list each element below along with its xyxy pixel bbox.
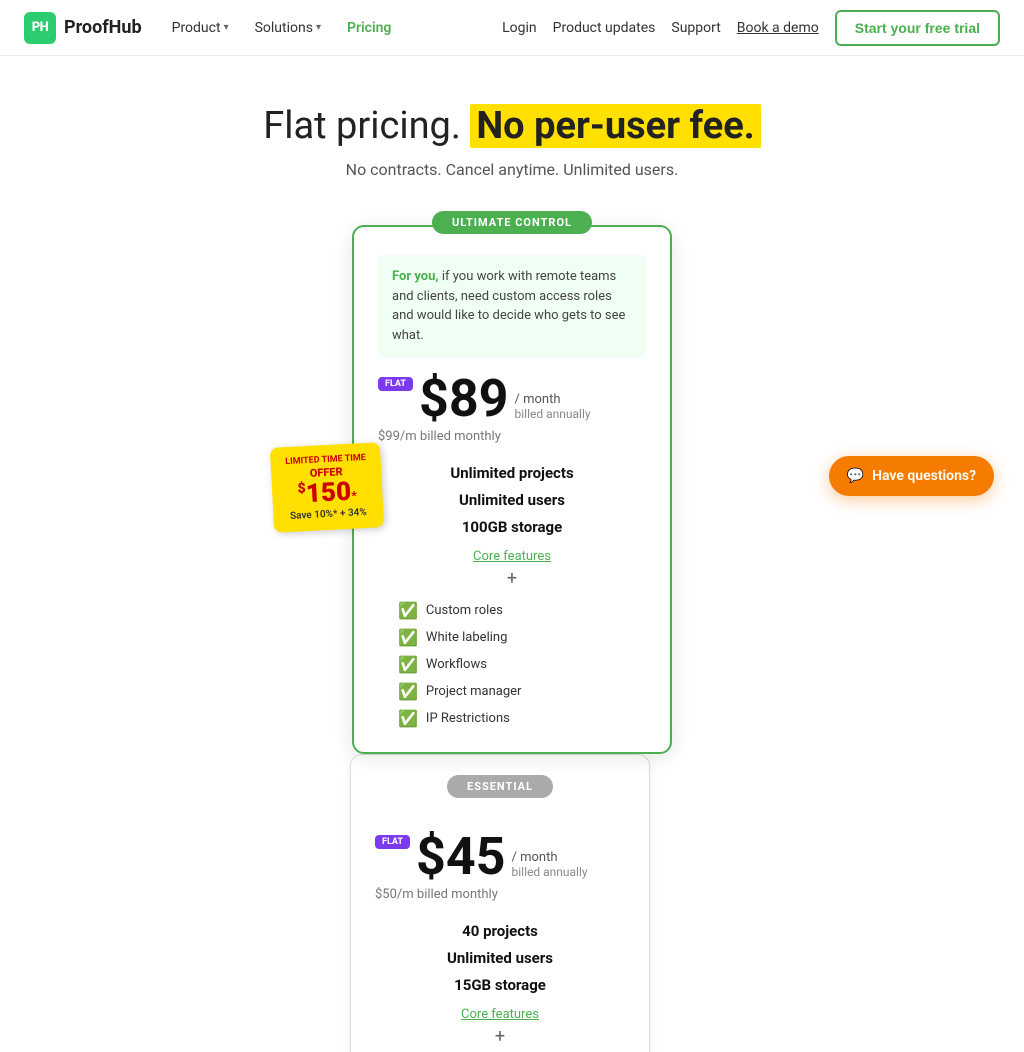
essential-price-right: / month billed annually (512, 850, 588, 879)
chat-button[interactable]: 💬 Have questions? (829, 456, 994, 496)
ultimate-card-body: For you, if you work with remote teams a… (354, 227, 670, 732)
ultimate-card: ULTIMATE CONTROL For you, if you work wi… (352, 225, 672, 754)
offer-price: $150* (286, 477, 369, 510)
list-item: ✅Project manager (398, 678, 626, 705)
nav-solutions[interactable]: Solutions ▾ (245, 14, 331, 42)
list-item: ✅White labeling (398, 624, 626, 651)
essential-price: $45 (416, 831, 506, 883)
nav-links: Product ▾ Solutions ▾ Pricing (162, 14, 402, 42)
pricing-wrapper: Limited time time OFFER $150* Save 10%* … (352, 225, 672, 1052)
nav-book-demo[interactable]: Book a demo (737, 20, 819, 36)
ultimate-extras-list: ✅Custom roles ✅White labeling ✅Workflows… (378, 597, 646, 732)
for-you-text: For you, (392, 269, 439, 284)
nav-right: Login Product updates Support Book a dem… (502, 10, 1000, 46)
logo-name: ProofHub (64, 17, 142, 38)
logo[interactable]: PH ProofHub (24, 12, 142, 44)
nav-support[interactable]: Support (671, 20, 720, 36)
nav-pricing[interactable]: Pricing (337, 14, 401, 42)
offer-asterisk: * (351, 488, 357, 502)
list-item: ✅IP Restrictions (398, 705, 626, 732)
nav-product-updates[interactable]: Product updates (553, 20, 656, 36)
ultimate-price: $89 (419, 373, 509, 425)
ultimate-features-bold: Unlimited projects Unlimited users 100GB… (378, 460, 646, 541)
logo-icon: PH (24, 12, 56, 44)
check-icon: ✅ (398, 709, 418, 728)
list-item: ✅Custom roles (398, 597, 626, 624)
check-icon: ✅ (398, 601, 418, 620)
ultimate-description: For you, if you work with remote teams a… (378, 255, 646, 357)
check-icon: ✅ (398, 655, 418, 674)
chevron-down-icon: ▾ (316, 22, 321, 33)
list-item: ✅Workflows (398, 651, 626, 678)
check-icon: ✅ (398, 682, 418, 701)
hero-subtitle: No contracts. Cancel anytime. Unlimited … (20, 160, 1004, 179)
essential-price-row: FLAT $45 / month billed annually (375, 831, 625, 883)
essential-features-bold: 40 projects Unlimited users 15GB storage (375, 918, 625, 999)
essential-flat-badge: FLAT (375, 835, 410, 849)
ultimate-flat-badge: FLAT (378, 377, 413, 391)
nav-cta-button[interactable]: Start your free trial (835, 10, 1000, 46)
hero-section: Flat pricing. No per-user fee. No contra… (0, 56, 1024, 195)
essential-card-body: FLAT $45 / month billed annually $50/m b… (351, 755, 649, 1052)
essential-badge: ESSENTIAL (447, 775, 553, 798)
chat-label: Have questions? (872, 468, 976, 484)
hero-title: Flat pricing. No per-user fee. (20, 104, 1004, 148)
essential-plus: + (375, 1026, 625, 1047)
ultimate-plus: + (378, 568, 646, 589)
essential-monthly-note: $50/m billed monthly (375, 887, 625, 902)
nav-login[interactable]: Login (502, 20, 537, 36)
offer-save: Save 10%* + 34% (287, 507, 369, 522)
navbar: PH ProofHub Product ▾ Solutions ▾ Pricin… (0, 0, 1024, 56)
hero-highlight: No per-user fee. (470, 104, 760, 148)
pricing-section: Limited time time OFFER $150* Save 10%* … (0, 195, 1024, 1052)
chat-icon: 💬 (847, 468, 864, 484)
chevron-down-icon: ▾ (224, 22, 229, 33)
ultimate-core-link[interactable]: Core features (378, 549, 646, 564)
ultimate-price-right: / month billed annually (515, 392, 591, 421)
essential-core-link[interactable]: Core features (375, 1007, 625, 1022)
nav-left: PH ProofHub Product ▾ Solutions ▾ Pricin… (24, 12, 401, 44)
offer-sticker: Limited time time OFFER $150* Save 10%* … (270, 442, 384, 533)
ultimate-price-row: FLAT $89 / month billed annually (378, 373, 646, 425)
ultimate-badge: ULTIMATE CONTROL (432, 211, 592, 234)
ultimate-monthly-note: $99/m billed monthly (378, 429, 646, 444)
check-icon: ✅ (398, 628, 418, 647)
nav-product[interactable]: Product ▾ (162, 14, 239, 42)
essential-card: ESSENTIAL FLAT $45 / month billed annual… (350, 754, 650, 1052)
